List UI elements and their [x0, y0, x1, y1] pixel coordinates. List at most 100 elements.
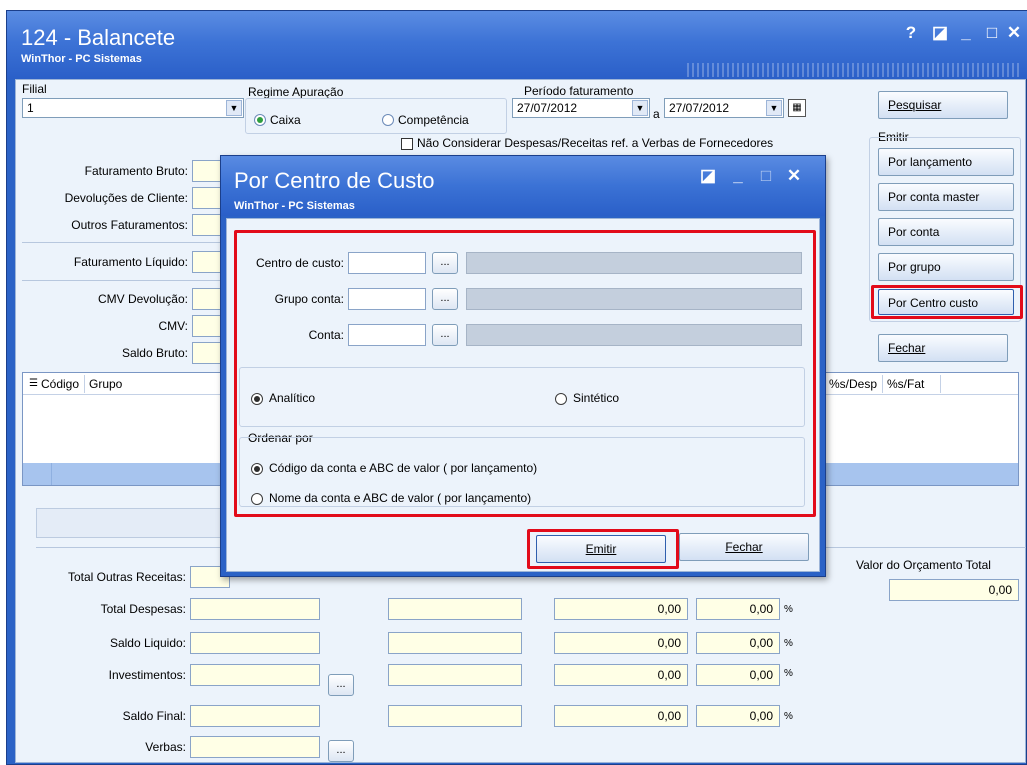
col-codigo[interactable]: Código	[41, 377, 79, 391]
por-centro-custo-button[interactable]: Por Centro custo	[878, 289, 1014, 315]
main-titlebar: 124 - Balancete WinThor - PC Sistemas ? …	[7, 11, 1027, 79]
investimentos-label: Investimentos:	[108, 668, 186, 682]
nao-considerar-label: Não Considerar Despesas/Receitas ref. a …	[417, 136, 774, 150]
por-lancamento-button[interactable]: Por lançamento	[878, 148, 1014, 176]
devolucoes-label: Devoluções de Cliente:	[64, 191, 188, 205]
total-despesas-label: Total Despesas:	[100, 602, 186, 616]
col-divider	[882, 375, 883, 393]
col-divider	[51, 463, 52, 485]
divider	[22, 242, 232, 243]
total-despesas-field-2[interactable]	[388, 598, 522, 620]
window-title: 124 - Balancete	[21, 25, 176, 50]
close-icon[interactable]: ✕	[783, 166, 805, 186]
filial-value: 1	[27, 101, 34, 115]
total-outras-receitas-label: Total Outras Receitas:	[67, 570, 186, 584]
chevron-down-icon[interactable]: ▼	[632, 100, 648, 116]
por-conta-button[interactable]: Por conta	[878, 218, 1014, 246]
col-divider	[940, 375, 941, 393]
regime-label: Regime Apuração	[248, 85, 344, 99]
dialog-fechar-button[interactable]: Fechar	[679, 533, 809, 561]
dialog-fechar-label: Fechar	[725, 540, 763, 554]
percent-sign: %	[784, 604, 793, 615]
col-sfat[interactable]: %s/Fat	[887, 377, 924, 391]
pesquisar-button[interactable]: Pesquisar	[878, 91, 1008, 119]
filial-select[interactable]: 1 ▼	[22, 98, 244, 118]
saldo-final-label: Saldo Final:	[122, 709, 186, 723]
col-grupo[interactable]: Grupo	[89, 377, 122, 391]
verbas-field[interactable]	[190, 736, 320, 758]
verbas-lookup-button[interactable]: ...	[328, 740, 354, 762]
saldo-final-pct[interactable]: 0,00	[696, 705, 780, 727]
faturamento-bruto-label: Faturamento Bruto:	[84, 164, 188, 178]
titlebar-pattern	[687, 63, 1022, 77]
saldo-final-value[interactable]: 0,00	[554, 705, 688, 727]
emitir-button-label: Emitir	[585, 542, 617, 556]
date-to-value: 27/07/2012	[669, 101, 730, 115]
chevron-down-icon[interactable]: ▼	[226, 100, 242, 116]
saldo-liquido-field[interactable]	[190, 632, 320, 654]
bottom-header-box	[36, 508, 226, 538]
calendar-icon[interactable]: ▦	[788, 99, 806, 117]
percent-sign: %	[784, 638, 793, 649]
nao-considerar-checkbox[interactable]	[401, 138, 413, 150]
close-icon[interactable]: ✕	[1003, 23, 1025, 43]
dialog-client-area: Centro de custo: ... Grupo conta: ... Co…	[226, 218, 820, 572]
date-from-picker[interactable]: 27/07/2012 ▼	[512, 98, 650, 118]
valor-orcamento-field[interactable]: 0,00	[889, 579, 1019, 601]
total-despesas-value[interactable]: 0,00	[554, 598, 688, 620]
faturamento-liquido-label: Faturamento Líquido:	[73, 255, 188, 269]
percent-sign: %	[784, 711, 793, 722]
por-conta-master-button[interactable]: Por conta master	[878, 183, 1014, 211]
highlight-box	[234, 230, 816, 517]
periodo-label: Período faturamento	[524, 84, 634, 98]
fechar-button[interactable]: Fechar	[878, 334, 1008, 362]
percent-sign: %	[784, 668, 793, 679]
col-sdesp[interactable]: %s/Desp	[829, 377, 877, 391]
saldo-bruto-label: Saldo Bruto:	[121, 346, 188, 360]
por-grupo-button[interactable]: Por grupo	[878, 253, 1014, 281]
saldo-liquido-label: Saldo Liquido:	[109, 636, 186, 650]
regime-caixa-radio[interactable]	[254, 114, 266, 126]
maximize-icon[interactable]: □	[755, 166, 777, 186]
valor-orcamento-label: Valor do Orçamento Total	[856, 558, 991, 572]
total-despesas-pct[interactable]: 0,00	[696, 598, 780, 620]
saldo-liquido-value[interactable]: 0,00	[554, 632, 688, 654]
pesquisar-label: Pesquisar	[888, 98, 942, 112]
divider	[22, 280, 232, 281]
outros-faturamentos-label: Outros Faturamentos:	[71, 218, 188, 232]
regime-competencia-radio[interactable]	[382, 114, 394, 126]
help-icon[interactable]: ?	[900, 23, 922, 43]
verbas-label: Verbas:	[145, 740, 186, 754]
investimentos-field-2[interactable]	[388, 664, 522, 686]
regime-caixa-label: Caixa	[270, 113, 301, 127]
date-separator: a	[653, 107, 660, 121]
saldo-final-field[interactable]	[190, 705, 320, 727]
dialog-titlebar: Por Centro de Custo WinThor - PC Sistema…	[221, 156, 825, 216]
grid-menu-icon[interactable]: ☰	[29, 378, 38, 389]
saldo-final-field-2[interactable]	[388, 705, 522, 727]
investimentos-value[interactable]: 0,00	[554, 664, 688, 686]
date-from-value: 27/07/2012	[517, 101, 578, 115]
total-despesas-field[interactable]	[190, 598, 320, 620]
dialog-subtitle: WinThor - PC Sistemas	[234, 200, 355, 212]
minimize-icon[interactable]: _	[955, 23, 977, 43]
regime-competencia-label: Competência	[398, 113, 469, 127]
chevron-down-icon[interactable]: ▼	[766, 100, 782, 116]
restore-icon[interactable]: ◪	[697, 166, 719, 186]
investimentos-field[interactable]	[190, 664, 320, 686]
restore-icon[interactable]: ◪	[929, 23, 951, 43]
date-to-picker[interactable]: 27/07/2012 ▼	[664, 98, 784, 118]
investimentos-pct[interactable]: 0,00	[696, 664, 780, 686]
minimize-icon[interactable]: _	[727, 166, 749, 186]
window-subtitle: WinThor - PC Sistemas	[21, 53, 142, 65]
col-divider	[84, 375, 85, 393]
maximize-icon[interactable]: □	[981, 23, 1003, 43]
saldo-liquido-field-2[interactable]	[388, 632, 522, 654]
centro-custo-dialog: Por Centro de Custo WinThor - PC Sistema…	[220, 155, 826, 577]
filial-label: Filial	[22, 82, 47, 96]
saldo-liquido-pct[interactable]: 0,00	[696, 632, 780, 654]
fechar-label: Fechar	[888, 341, 926, 355]
emitir-button[interactable]: Emitir	[536, 535, 666, 563]
dialog-title: Por Centro de Custo	[234, 168, 435, 193]
investimentos-lookup-button[interactable]: ...	[328, 674, 354, 696]
